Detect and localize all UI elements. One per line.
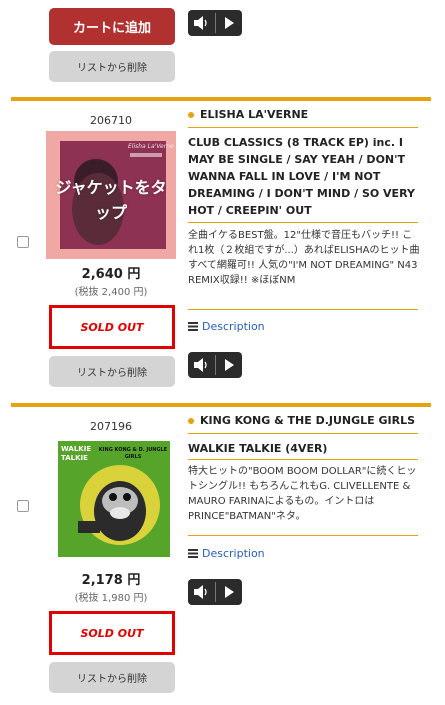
divider [188,127,418,128]
item-number: 207196 [90,420,132,433]
artist-name[interactable]: KING KONG & THE D.JUNGLE GIRLS [188,414,415,427]
jacket-artist-text: Elisha La'Verne [128,143,174,150]
speaker-icon[interactable] [188,352,215,378]
artist-name[interactable]: ELISHA LA'VERNE [188,108,308,121]
item-select-checkbox[interactable] [17,500,29,512]
divider [188,433,418,434]
speaker-icon[interactable] [188,10,215,36]
record-title[interactable]: WALKIE TALKIE (4VER) [188,440,420,457]
item-separator [11,97,431,101]
divider [188,222,418,223]
record-title[interactable]: CLUB CLASSICS (8 TRACK EP) inc. I MAY BE… [188,134,420,219]
price-excluding-tax: (税抜 1,980 円) [74,593,148,604]
add-to-cart-button[interactable]: カートに追加 [49,8,175,45]
audio-player[interactable] [188,352,242,378]
jacket-tap-overlay[interactable]: ジャケットをタップ [50,175,172,225]
divider [188,309,418,310]
record-description: 特大ヒットの"BOOM BOOM DOLLAR"に続くヒットシングル!! もちろ… [188,466,417,522]
item-select-checkbox[interactable] [17,236,29,248]
jacket-image[interactable]: Elisha La'Verne ジャケットをタップ [46,131,176,259]
play-icon[interactable] [216,579,243,605]
record-description: 全曲イケるBEST盤。12"仕様で音圧もバッチ!! これ1枚（２枚組ですが...… [188,230,420,286]
remove-from-list-button[interactable]: リストから削除 [49,51,175,82]
item-number: 206710 [90,114,132,127]
jacket-artist-text: KING KONG & D. JUNGLE GIRLS [98,447,168,460]
price: 2,178 円 [81,573,141,588]
audio-player[interactable] [188,10,242,36]
remove-from-list-button[interactable]: リストから削除 [49,662,175,693]
play-icon[interactable] [216,352,243,378]
price-excluding-tax: (税抜 2,400 円) [74,287,148,298]
bullet-icon [188,111,194,118]
description-link[interactable]: Description [188,547,265,560]
sold-out-badge: SOLD OUT [49,305,175,349]
divider [188,459,418,460]
divider [188,535,418,536]
price: 2,640 円 [81,267,141,282]
list-icon [188,322,198,331]
sold-out-badge: SOLD OUT [49,611,175,655]
remove-from-list-button[interactable]: リストから削除 [49,356,175,387]
speaker-icon[interactable] [188,579,215,605]
jacket-title-text: WALKIE TALKIE [61,445,92,462]
item-separator [11,403,431,407]
audio-player[interactable] [188,579,242,605]
list-icon [188,549,198,558]
jacket-image[interactable]: WALKIE TALKIE KING KONG & D. JUNGLE GIRL… [58,441,170,557]
description-link[interactable]: Description [188,320,265,333]
bullet-icon [188,417,194,424]
play-icon[interactable] [216,10,243,36]
